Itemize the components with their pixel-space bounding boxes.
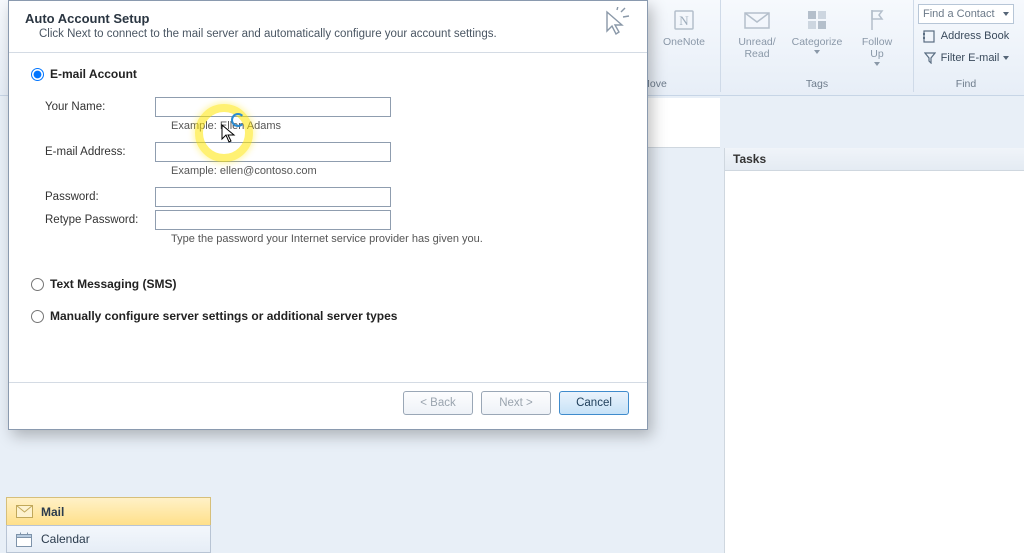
option-sms-label: Text Messaging (SMS) — [50, 277, 176, 291]
svg-text:N: N — [679, 13, 689, 28]
navigation-pane: Mail Calendar — [6, 497, 211, 553]
option-manual-radio[interactable] — [31, 310, 44, 323]
option-sms-radio[interactable] — [31, 278, 44, 291]
chevron-down-icon — [1003, 56, 1009, 60]
nav-item-mail[interactable]: Mail — [6, 497, 211, 525]
unread-read-label: Unread/ Read — [738, 36, 775, 60]
email-row: E-mail Address: — [45, 142, 625, 162]
dialog-subtitle: Click Next to connect to the mail server… — [25, 28, 631, 40]
password-row: Password: — [45, 187, 625, 207]
categorize-label: Categorize — [792, 36, 843, 48]
address-book-button[interactable]: Address Book — [919, 26, 1013, 46]
onenote-button[interactable]: N OneNote — [654, 2, 714, 58]
your-name-row: Your Name: — [45, 97, 625, 117]
filter-email-button[interactable]: Filter E-mail — [919, 48, 1014, 68]
ribbon-group-find: Find a Contact Address Book Filter E-mai… — [914, 0, 1018, 92]
dialog-footer: < Back Next > Cancel — [9, 382, 647, 429]
unread-read-button[interactable]: Unread/ Read — [727, 2, 787, 70]
cancel-button[interactable]: Cancel — [559, 391, 629, 415]
password-input[interactable] — [155, 187, 391, 207]
option-manual-config[interactable]: Manually configure server settings or ad… — [31, 309, 625, 323]
retype-password-input[interactable] — [155, 210, 391, 230]
followup-label: Follow Up — [862, 36, 892, 60]
ribbon-group-find-label: Find — [956, 78, 976, 92]
followup-button[interactable]: Follow Up — [847, 2, 907, 70]
email-input[interactable] — [155, 142, 391, 162]
funnel-icon — [923, 51, 937, 65]
option-sms[interactable]: Text Messaging (SMS) — [31, 277, 625, 291]
next-button[interactable]: Next > — [481, 391, 551, 415]
ribbon-group-tags-label: Tags — [806, 78, 828, 92]
your-name-hint: Example: Ellen Adams — [45, 120, 625, 132]
retype-row: Retype Password: — [45, 210, 625, 230]
your-name-label: Your Name: — [45, 101, 155, 113]
dialog-body: E-mail Account Your Name: Example: Ellen… — [9, 53, 647, 382]
dialog-header: Auto Account Setup Click Next to connect… — [9, 1, 647, 53]
tasks-pane: Tasks — [724, 148, 1024, 553]
categorize-button[interactable]: Categorize — [787, 2, 847, 70]
tasks-header: Tasks — [725, 148, 1024, 171]
option-email-radio[interactable] — [31, 68, 44, 81]
password-label: Password: — [45, 191, 155, 203]
account-setup-dialog: Auto Account Setup Click Next to connect… — [8, 0, 648, 430]
mail-icon — [15, 504, 33, 520]
filter-email-label: Filter E-mail — [941, 52, 1000, 64]
cursor-click-icon — [601, 7, 633, 39]
chevron-down-icon — [814, 50, 820, 54]
find-contact-placeholder: Find a Contact — [923, 8, 995, 20]
flag-icon — [863, 6, 891, 34]
form-grid: Your Name: Example: Ellen Adams E-mail A… — [31, 87, 625, 259]
nav-item-mail-label: Mail — [41, 505, 64, 519]
nav-item-calendar-label: Calendar — [41, 532, 90, 546]
chevron-down-icon — [1003, 12, 1009, 16]
your-name-input[interactable] — [155, 97, 391, 117]
dialog-title: Auto Account Setup — [25, 11, 631, 26]
find-contact-combo[interactable]: Find a Contact — [918, 4, 1014, 24]
address-book-icon — [923, 29, 937, 43]
address-book-label: Address Book — [941, 30, 1009, 42]
email-hint: Example: ellen@contoso.com — [45, 165, 625, 177]
password-hint: Type the password your Internet service … — [45, 233, 625, 245]
back-button[interactable]: < Back — [403, 391, 473, 415]
option-email-account[interactable]: E-mail Account — [31, 67, 625, 81]
chevron-down-icon — [874, 62, 880, 66]
onenote-button-label: OneNote — [663, 36, 705, 48]
option-email-label: E-mail Account — [50, 67, 137, 81]
calendar-icon — [15, 531, 33, 547]
categorize-icon — [803, 6, 831, 34]
email-label: E-mail Address: — [45, 146, 155, 158]
option-manual-label: Manually configure server settings or ad… — [50, 309, 397, 323]
ribbon-group-tags: Unread/ Read Categorize Follow Up Tags — [721, 0, 914, 92]
onenote-icon: N — [670, 6, 698, 34]
nav-item-calendar[interactable]: Calendar — [6, 525, 211, 553]
envelope-icon — [743, 6, 771, 34]
retype-label: Retype Password: — [45, 214, 155, 226]
